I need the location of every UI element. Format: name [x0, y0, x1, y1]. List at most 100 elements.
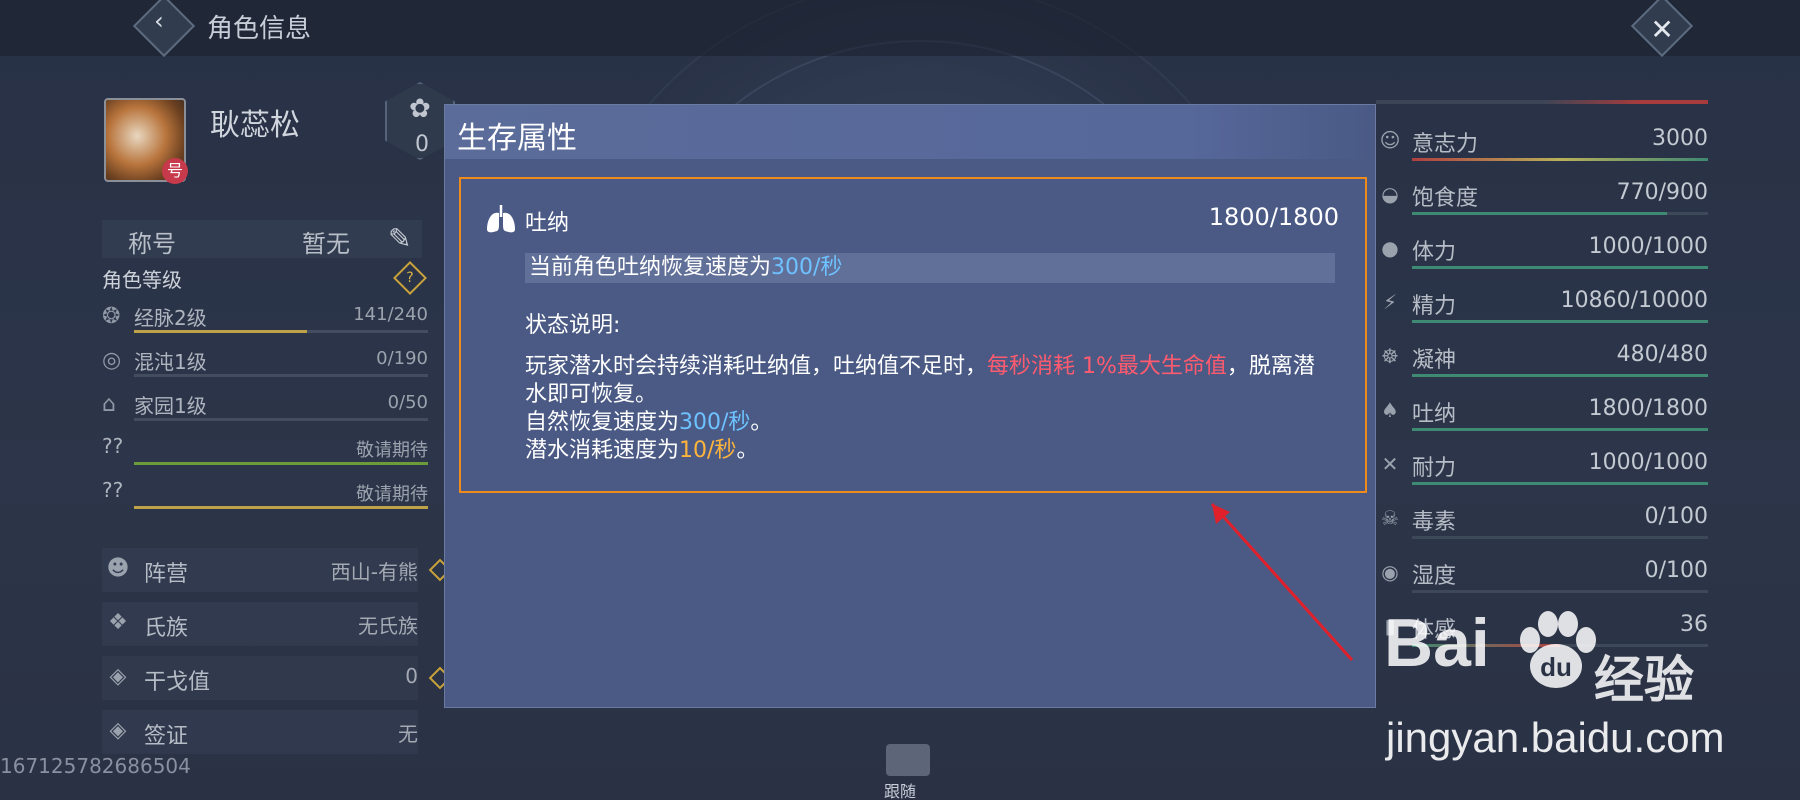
stat-name: 饱食度 [1412, 186, 1479, 211]
stat-name: 湿度 [1412, 564, 1457, 589]
stat-progress [1412, 428, 1708, 431]
recovery-rate-line: 当前角色吐纳恢复速度为300/秒 [525, 253, 1335, 283]
watermark-logo: Bai [1384, 605, 1490, 681]
info-row-clan: ❖ 氏族 无氏族 [102, 602, 418, 646]
level-progress [134, 506, 428, 509]
stat-value: 1800/1800 [1588, 396, 1708, 421]
focus-icon: ☸ [1381, 344, 1399, 368]
title-label: 称号 [128, 230, 176, 258]
level-heading: 角色等级 [102, 268, 182, 292]
stamina-icon: ● [1381, 236, 1399, 260]
dive-rate-suffix: 。 [736, 438, 759, 463]
svg-text:du: du [1540, 652, 1572, 682]
watermark-text: 经验 [1594, 651, 1694, 709]
description-heading: 状态说明: [525, 313, 621, 338]
edit-title-icon[interactable]: ✎ [388, 222, 411, 255]
stat-row: ☺ 意志力 3000 [1376, 122, 1708, 168]
level-name: 家园1级 [134, 394, 207, 418]
paw-icon: du [1520, 611, 1596, 688]
meridian-icon: ❂ [102, 304, 121, 329]
chaos-icon: ◎ [102, 348, 122, 373]
home-icon: ⌂ [102, 392, 116, 417]
flower-icon: ✿ [409, 94, 431, 124]
stat-row: ☸ 凝神 480/480 [1376, 338, 1708, 384]
level-value: 0/50 [387, 392, 428, 413]
stat-name: 意志力 [1412, 132, 1479, 157]
stat-progress [1412, 212, 1667, 215]
stat-strip-top [1376, 100, 1708, 104]
faction-badge: 号 [162, 158, 188, 184]
hunger-icon: ◒ [1381, 182, 1399, 206]
stat-name: 凝神 [1412, 348, 1457, 373]
player-name: 耿蕊松 [210, 108, 300, 143]
stat-name: 耐力 [1412, 456, 1457, 481]
level-row: ?? 敬请期待 [102, 476, 428, 514]
close-icon: ✕ [1650, 13, 1674, 47]
stat-progress [1412, 320, 1708, 323]
clan-icon: ❖ [108, 610, 128, 635]
page-title: 角色信息 [207, 14, 312, 44]
title-row: 称号 暂无 [102, 220, 422, 258]
info-value: 0 [405, 664, 418, 688]
stat-value: 770/900 [1616, 180, 1708, 205]
stat-row: ⚡ 精力 10860/10000 [1376, 284, 1708, 330]
energy-icon: ⚡ [1382, 290, 1398, 314]
humidity-icon: ◉ [1381, 560, 1399, 584]
lungs-icon: ♠ [1381, 398, 1399, 422]
level-value: 敬请期待 [356, 440, 428, 461]
info-name: 签证 [144, 724, 189, 749]
level-row: ◎ 混沌1级 0/190 [102, 344, 428, 382]
level-row: ⌂ 家园1级 0/50 [102, 388, 428, 426]
watermark-url: jingyan.baidu.com [1386, 714, 1725, 761]
attribute-value: 1800/1800 [1208, 203, 1339, 231]
level-progress [134, 330, 308, 333]
stat-value: 1000/1000 [1588, 450, 1708, 475]
recovery-rate-prefix: 当前角色吐纳恢复速度为 [529, 255, 772, 280]
stat-row: ✕ 耐力 1000/1000 [1376, 446, 1708, 492]
stat-value: 480/480 [1616, 342, 1708, 367]
annotation-arrow [1210, 502, 1354, 662]
level-row: ?? 敬请期待 [102, 432, 428, 470]
stat-row: ♠ 吐纳 1800/1800 [1376, 392, 1708, 438]
follow-label[interactable]: 跟随 [884, 778, 916, 800]
visa-icon: ◈ [109, 718, 127, 743]
stat-value: 1000/1000 [1588, 234, 1708, 259]
info-row-visa: ◈ 签证 无 [102, 710, 418, 754]
highlighted-attribute-card: 吐纳 1800/1800 当前角色吐纳恢复速度为300/秒 状态说明: 玩家潜水… [459, 177, 1367, 493]
stat-row: ◉ 湿度 0/100 [1376, 554, 1708, 600]
stat-progress [1412, 158, 1708, 161]
info-value: 无氏族 [358, 614, 418, 638]
stat-progress [1412, 266, 1708, 269]
talent-points-value: 0 [415, 132, 429, 157]
dialog-header: 生存属性 [445, 105, 1375, 159]
info-name: 氏族 [144, 616, 189, 641]
natural-rate-value: 300/秒 [679, 410, 751, 435]
endurance-icon: ✕ [1381, 452, 1399, 476]
stat-progress [1412, 482, 1708, 485]
level-row: ❂ 经脉2级 141/240 [102, 300, 428, 338]
follow-icon[interactable] [886, 744, 930, 776]
info-name: 干戈值 [144, 670, 211, 695]
stat-row: ● 体力 1000/1000 [1376, 230, 1708, 276]
war-icon: ◈ [109, 664, 127, 689]
level-value: 141/240 [353, 304, 428, 325]
level-name: 经脉2级 [134, 306, 207, 330]
description-body: 玩家潜水时会持续消耗吐纳值，吐纳值不足时，每秒消耗 1%最大生命值，脱离潜水即可… [525, 353, 1335, 465]
dive-rate-prefix: 潜水消耗速度为 [525, 438, 680, 463]
level-value: 敬请期待 [356, 484, 428, 505]
stat-value: 10860/10000 [1560, 288, 1708, 313]
stat-value: 0/100 [1644, 558, 1708, 583]
attribute-name: 吐纳 [525, 211, 570, 236]
stat-value: 3000 [1652, 126, 1708, 151]
dialog-title: 生存属性 [457, 121, 577, 156]
player-uid: 167125782686504 [0, 754, 191, 778]
level-name: ?? [102, 478, 124, 502]
camp-icon: ☻ [106, 556, 130, 581]
stat-name: 精力 [1412, 294, 1457, 319]
level-name: 混沌1级 [134, 350, 207, 374]
natural-rate-prefix: 自然恢复速度为 [525, 410, 680, 435]
level-progress [134, 462, 428, 465]
level-name: ?? [102, 434, 124, 458]
avatar[interactable]: 号 [104, 98, 188, 184]
info-row-camp: ☻ 阵营 西山-有熊 [102, 548, 418, 592]
